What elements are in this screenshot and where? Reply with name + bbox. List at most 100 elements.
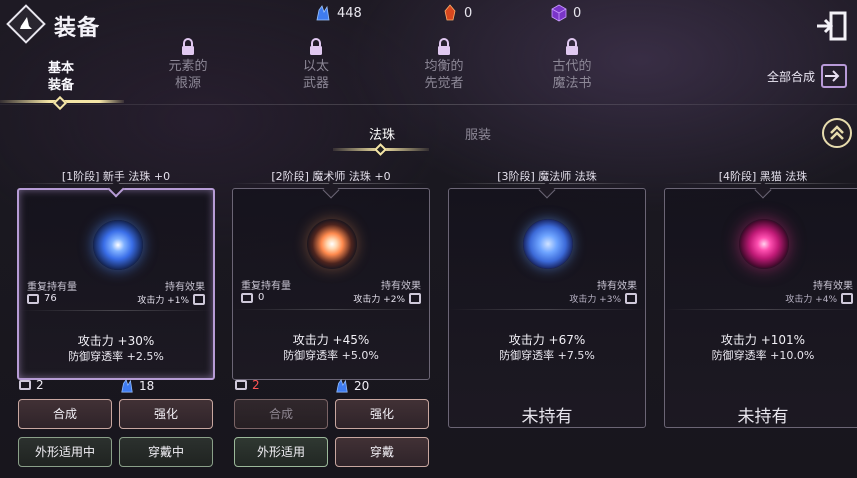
upgrade-button[interactable]: 强化 [335, 399, 429, 429]
double-chevron-up-icon [830, 125, 844, 140]
hold-effect-label: 持有效果 [165, 282, 205, 293]
penetration-stat: 防御穿透率 +10.0% [711, 349, 815, 362]
card-separator [449, 309, 645, 310]
currency-fire-value: 0 [464, 5, 473, 21]
subtab-marker [374, 143, 387, 156]
synthesize-button[interactable]: 合成 [18, 399, 112, 429]
subtab-orb[interactable]: 法珠 [369, 124, 395, 143]
lock-icon [438, 38, 450, 55]
apply-skin-button[interactable]: 外形适用中 [18, 437, 112, 467]
item-card-magician-orb[interactable]: 重复持有量 持有效果 0 攻击力 +2% 攻击力 +45% 防御穿透率 +5.0… [232, 188, 430, 380]
card-title: [4阶段] 黑猫 法珠 [718, 170, 808, 183]
hold-effect-value: 攻击力 +3% [569, 295, 621, 305]
currency-fire: 0 [442, 3, 472, 23]
tab-ether-line2: 武器 [302, 76, 329, 91]
equipment-logo-icon [6, 4, 46, 44]
currency-cube-value: 0 [573, 5, 582, 21]
hold-effect-value: 攻击力 +1% [137, 296, 189, 306]
upgrade-button[interactable]: 强化 [119, 399, 213, 429]
penetration-stat: 防御穿透率 +7.5% [499, 349, 595, 362]
chest-icon [27, 293, 39, 304]
chest-plus-icon [625, 293, 637, 304]
hold-effect: 攻击力 +2% [353, 292, 421, 305]
exit-button[interactable] [815, 10, 849, 42]
tab-element-line1: 元素的 [168, 59, 208, 74]
not-owned-label: 未持有 [737, 407, 789, 427]
hold-effect-label: 持有效果 [813, 281, 853, 292]
hold-count-label: 重复持有量 [241, 281, 291, 292]
chest-plus-icon [409, 293, 421, 304]
orb-image [307, 219, 357, 269]
hold-count-value: 76 [44, 293, 57, 304]
item-card-novice-orb[interactable]: 重复持有量 持有效果 76 攻击力 +1% 攻击力 +30% 防御穿透率 +2.… [17, 188, 215, 380]
tab-seer-line2: 先觉者 [424, 76, 464, 91]
tab-ancient-grimoire[interactable]: 古代的 魔法书 [517, 38, 627, 92]
tab-grimoire-line2: 魔法书 [552, 76, 592, 91]
tab-element-line2: 根源 [174, 76, 201, 91]
chest-icon [241, 292, 253, 303]
tab-basic-equipment[interactable]: 基本 装备 [6, 60, 116, 94]
lock-icon [566, 38, 578, 55]
hold-effect-value: 攻击力 +4% [785, 295, 837, 305]
all-synthesize-button[interactable]: 全部合成 [767, 64, 848, 88]
attack-stat: 攻击力 +30% [77, 334, 155, 348]
header-divider [0, 104, 857, 105]
material-chest-value: 2 [252, 378, 260, 392]
hold-effect-label: 持有效果 [597, 281, 637, 292]
not-owned-label: 未持有 [521, 407, 573, 427]
currency-crystal-value: 448 [337, 5, 362, 21]
hold-count: 76 [27, 293, 57, 304]
hold-count-value: 0 [258, 292, 265, 303]
penetration-stat: 防御穿透率 +2.5% [68, 350, 164, 363]
hold-effect-value: 攻击力 +2% [353, 295, 405, 305]
card-separator [665, 309, 857, 310]
fire-gem-icon [444, 4, 456, 21]
collapse-button[interactable] [822, 118, 852, 148]
hold-effect: 攻击力 +4% [785, 292, 853, 305]
blue-crystal-icon [316, 5, 330, 21]
page-title: 装备 [54, 16, 101, 41]
orb-image [523, 219, 573, 269]
tab-balanced-seer[interactable]: 均衡的 先觉者 [389, 38, 499, 92]
orb-image [93, 220, 143, 270]
equip-button[interactable]: 穿戴中 [119, 437, 213, 467]
active-tab-marker [52, 95, 68, 111]
tab-seer-line1: 均衡的 [424, 59, 464, 74]
hold-count: 0 [241, 292, 264, 303]
enter-arrow-icon [821, 64, 848, 88]
material-chest: 2 [235, 378, 260, 392]
chest-plus-icon [841, 293, 853, 304]
tab-ether-weapon[interactable]: 以太 武器 [261, 38, 371, 92]
item-card-black-cat-orb[interactable]: 持有效果 攻击力 +4% 攻击力 +101% 防御穿透率 +10.0% [664, 188, 857, 428]
material-crystal: 20 [335, 378, 369, 394]
card-separator [233, 309, 429, 310]
tab-grimoire-line1: 古代的 [552, 59, 592, 74]
tab-element-source[interactable]: 元素的 根源 [133, 38, 243, 92]
chest-icon [19, 380, 31, 390]
hold-effect-label: 持有效果 [381, 281, 421, 292]
item-card-mage-orb[interactable]: 持有效果 攻击力 +3% 攻击力 +67% 防御穿透率 +7.5% [448, 188, 646, 428]
attack-stat: 攻击力 +67% [508, 333, 586, 347]
equip-button[interactable]: 穿戴 [335, 437, 429, 467]
card-separator [19, 310, 213, 311]
tab-ether-line1: 以太 [302, 59, 329, 74]
exit-icon [817, 11, 847, 41]
lock-icon [182, 38, 194, 55]
apply-skin-button[interactable]: 外形适用 [234, 437, 328, 467]
hold-effect: 攻击力 +1% [137, 293, 205, 306]
all-synthesize-label: 全部合成 [767, 69, 816, 84]
lock-icon [310, 38, 322, 55]
synthesize-button[interactable]: 合成 [234, 399, 328, 429]
currency-crystal: 448 [315, 3, 362, 23]
attack-stat: 攻击力 +101% [720, 333, 806, 347]
currency-cube: 0 [551, 3, 581, 23]
hold-count-label: 重复持有量 [27, 282, 77, 293]
material-crystal: 18 [120, 378, 154, 394]
purple-cube-icon [551, 4, 567, 22]
chest-icon [235, 380, 247, 390]
subtab-costume[interactable]: 服装 [465, 124, 491, 143]
material-crystal-value: 18 [139, 379, 155, 393]
penetration-stat: 防御穿透率 +5.0% [283, 349, 379, 362]
attack-stat: 攻击力 +45% [292, 333, 370, 347]
material-crystal-value: 20 [354, 379, 370, 393]
